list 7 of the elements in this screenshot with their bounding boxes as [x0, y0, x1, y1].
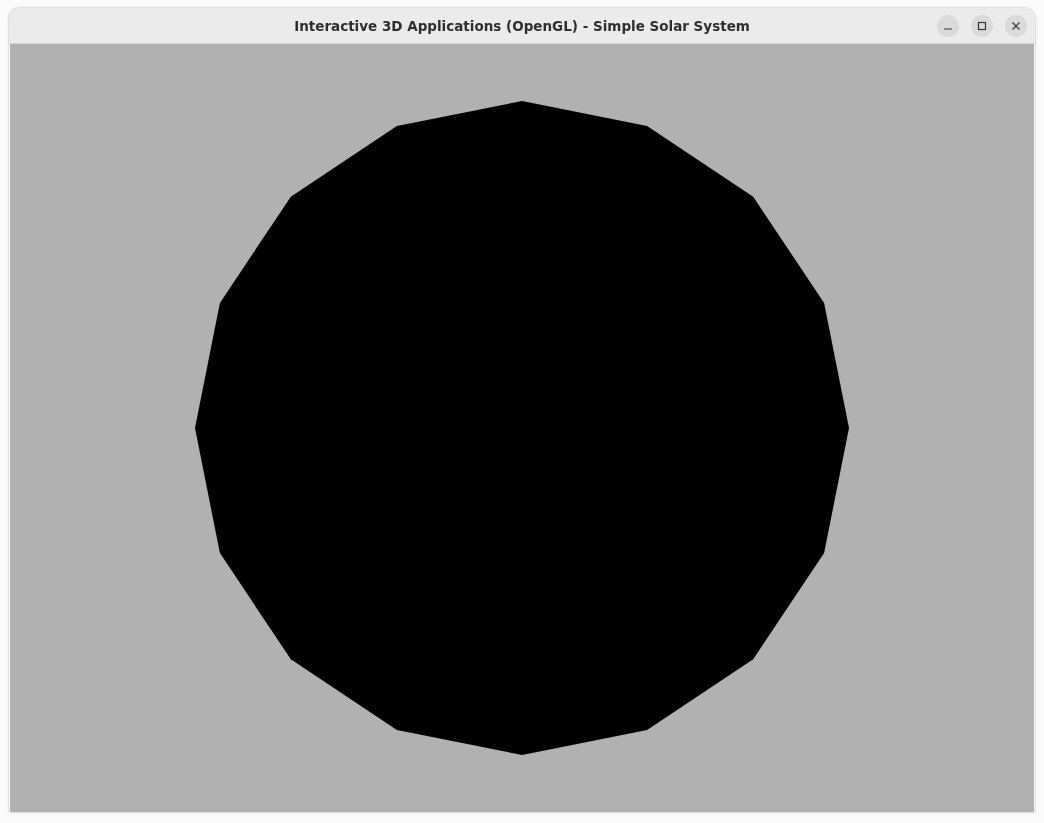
maximize-icon [977, 21, 987, 31]
window-title: Interactive 3D Applications (OpenGL) - Simple Solar System [294, 17, 750, 34]
close-icon [1011, 21, 1021, 31]
maximize-button[interactable] [971, 15, 993, 37]
minimize-icon [944, 28, 952, 30]
close-button[interactable] [1005, 15, 1027, 37]
minimize-button[interactable] [937, 15, 959, 37]
